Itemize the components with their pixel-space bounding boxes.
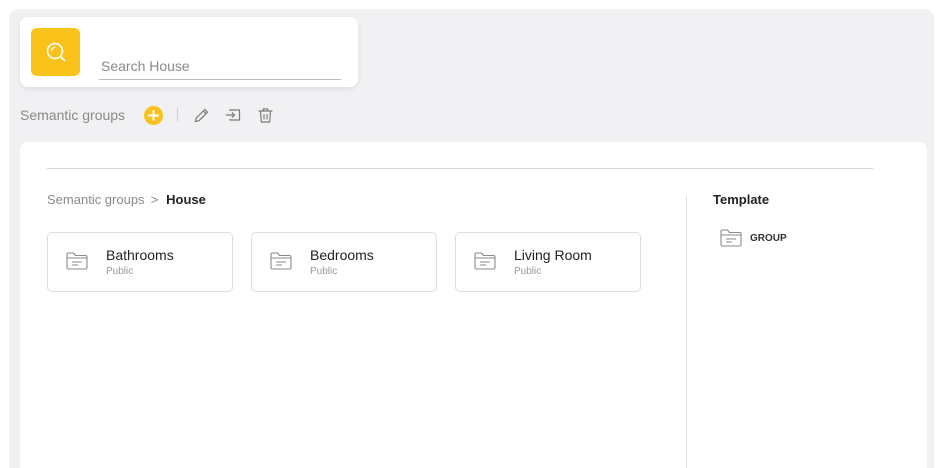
group-name: Bedrooms [310, 247, 374, 263]
template-item-group[interactable]: GROUP [719, 228, 787, 248]
trash-icon [257, 107, 273, 123]
panel-divider [686, 196, 687, 468]
group-visibility: Public [514, 266, 542, 277]
move-to-icon [225, 108, 240, 121]
pencil-icon [194, 108, 208, 122]
template-title: Template [713, 192, 770, 207]
plus-icon [148, 109, 160, 121]
search-input[interactable] [99, 53, 341, 80]
group-card-bedrooms[interactable]: Bedrooms Public [251, 232, 437, 292]
app-frame: Semantic groups [9, 9, 934, 468]
breadcrumb-parent[interactable]: Semantic groups [47, 192, 145, 207]
folder-icon [474, 252, 496, 270]
breadcrumb-separator: > [150, 192, 159, 207]
group-card-living-room[interactable]: Living Room Public [455, 232, 641, 292]
group-name: Bathrooms [106, 247, 174, 263]
toolbar-title: Semantic groups [20, 107, 126, 123]
search-button[interactable] [31, 28, 80, 76]
add-group-button[interactable] [144, 105, 164, 125]
search-card [20, 17, 358, 87]
breadcrumb-current: House [166, 192, 206, 207]
breadcrumb: Semantic groups > House [47, 192, 206, 207]
template-item-label: GROUP [750, 232, 787, 244]
search-icon [46, 42, 65, 62]
main-panel: Semantic groups > House Bathrooms Public… [20, 142, 927, 468]
toolbar: Semantic groups [20, 103, 274, 127]
group-visibility: Public [106, 266, 134, 277]
folder-icon [66, 252, 88, 270]
group-name: Living Room [514, 247, 592, 263]
delete-button[interactable] [256, 106, 274, 124]
folder-icon [720, 229, 742, 247]
move-button[interactable] [224, 106, 242, 124]
group-card-bathrooms[interactable]: Bathrooms Public [47, 232, 233, 292]
toolbar-divider [177, 108, 179, 122]
top-divider [47, 168, 873, 169]
group-visibility: Public [310, 266, 338, 277]
edit-button[interactable] [192, 106, 210, 124]
folder-icon [270, 252, 292, 270]
